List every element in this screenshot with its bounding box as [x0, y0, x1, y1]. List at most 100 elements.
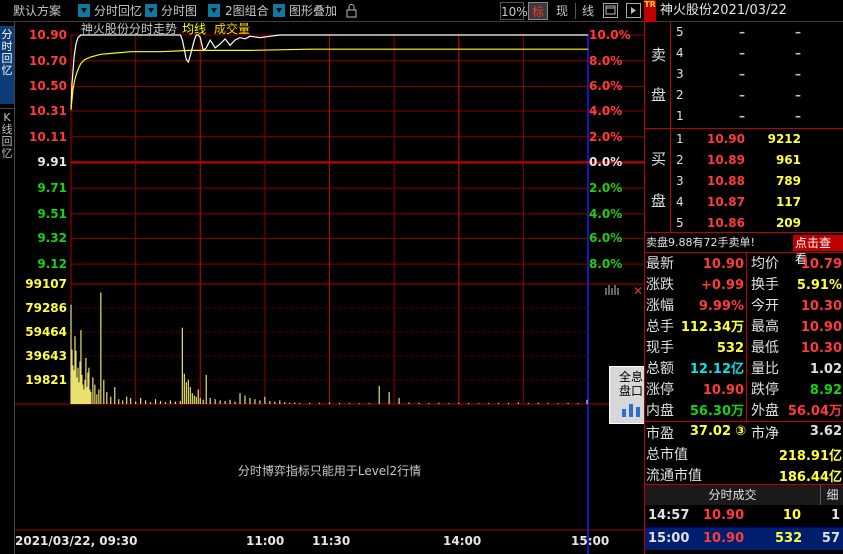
quote-label: 总额 [646, 361, 674, 377]
ask-volume: – [795, 88, 801, 102]
close-icon[interactable]: ✕ [633, 284, 643, 298]
quote-value: 5.91% [796, 278, 842, 293]
quote-panel: 5 – – 4 – – 3 – – 2 – – 1 – – 1 10.90 9212 2 10.89 961 3 10.8… [644, 22, 843, 554]
quote-value: 10.30 [800, 299, 842, 314]
tick-time: 14:57 [648, 508, 690, 523]
quote-label: 最新 [646, 256, 674, 272]
quote-label: 换手 [751, 277, 779, 293]
quote-value: +0.99 [701, 278, 744, 293]
timeshare-chart[interactable]: 神火股份分时走势 均线 成交量 10.90 10.70 10.50 10.31 10.1… [15, 22, 653, 554]
price-tick-label: 10.90 [29, 28, 67, 42]
bid-price: 10.88 [707, 174, 745, 188]
quote-row: 涨停 10.90 跌停 8.92 [645, 380, 843, 401]
ask-volume: – [795, 67, 801, 81]
quote-label: 涨跌 [646, 277, 674, 293]
ask-row[interactable]: 4 – – [645, 43, 843, 64]
tick-num: 57 [821, 531, 840, 546]
line-toggle[interactable]: 线 [578, 2, 598, 20]
mark-toggle[interactable]: 标 [528, 2, 548, 20]
quote-label: 最低 [751, 340, 779, 356]
combo-menu[interactable]: 2图组合 [225, 1, 269, 21]
quote-value: 9.99% [698, 299, 744, 314]
pb-value: 3.62 [809, 424, 842, 439]
ask-volume: – [795, 25, 801, 39]
quote-row: 涨幅 9.99% 今开 10.30 [645, 296, 843, 317]
quote-value: 8.92 [809, 383, 842, 398]
volume-tick-label: 59464 [25, 325, 67, 339]
overlay-menu[interactable]: 图形叠加 [289, 1, 337, 21]
bid-row[interactable]: 3 10.88 789 [645, 171, 843, 192]
ask-volume: – [795, 46, 801, 60]
price-tick-label: 9.91 [37, 155, 67, 170]
pct-tick-label: 6.0% [589, 231, 623, 246]
tab-kline-replay[interactable]: K线回忆 [0, 108, 14, 194]
pct-tick-label: 0.0% [589, 155, 623, 170]
lock-icon[interactable] [344, 3, 359, 18]
quote-label: 外盘 [751, 403, 779, 419]
quote-label: 涨幅 [646, 298, 674, 314]
buy-label: 盘 [651, 192, 667, 210]
scheme-dropdown-icon[interactable] [78, 4, 90, 17]
bid-row[interactable]: 2 10.89 961 [645, 150, 843, 171]
ask-level: 4 [676, 46, 684, 60]
ask-level: 1 [676, 109, 684, 123]
replay-menu[interactable]: 分时回忆 [94, 1, 142, 21]
combo-dropdown-icon[interactable] [273, 4, 285, 17]
tick-trades-title[interactable]: 分时成交 [645, 485, 820, 505]
ask-price: – [739, 46, 745, 60]
price-tick-label: 10.70 [29, 53, 67, 68]
sell-label: 卖 [651, 46, 667, 64]
price-tick-label: 10.31 [29, 103, 67, 118]
ask-row[interactable]: 1 – – [645, 106, 843, 127]
bid-price: 10.89 [707, 153, 745, 167]
quote-label: 现手 [646, 340, 674, 356]
bid-row[interactable]: 4 10.87 117 [645, 192, 843, 213]
window-icon[interactable] [603, 3, 618, 18]
bid-level: 3 [676, 174, 684, 188]
chart-dropdown-icon[interactable] [208, 4, 220, 17]
tab-timeshare-replay[interactable]: 分时回忆 [0, 26, 14, 104]
pct-tick-label: 2.0% [589, 129, 623, 144]
full-btn-line1: 全息 [618, 370, 643, 384]
buy-label: 买 [651, 150, 667, 168]
tick-detail-button[interactable]: 细 [820, 485, 843, 505]
replay-dropdown-icon[interactable] [145, 4, 157, 17]
tick-row: 15:00 10.90 532 57 [645, 528, 843, 550]
x-tick-label: 14:00 [443, 534, 482, 548]
tick-price: 10.90 [703, 508, 745, 523]
divider [670, 22, 671, 232]
ask-row[interactable]: 5 – – [645, 22, 843, 43]
mcap-value: 218.91亿 [778, 449, 842, 464]
tick-vol: 532 [775, 531, 803, 546]
view-notice-button[interactable]: 点击查看 [793, 235, 843, 266]
pct-toggle[interactable]: 10% [500, 2, 528, 20]
tr-badge: TR [644, 0, 656, 22]
quote-row: 最新 10.90 均价 10.79 [645, 254, 843, 275]
pe-badge[interactable]: ③ [730, 424, 746, 439]
quote-label: 跌停 [751, 382, 779, 398]
separator [575, 3, 576, 19]
next-icon[interactable] [626, 3, 641, 18]
scheme-menu[interactable]: 默认方案 [13, 1, 61, 21]
sell-label: 盘 [651, 86, 667, 104]
ask-level: 2 [676, 88, 684, 102]
chart-title-vol: 成交量 [214, 22, 251, 36]
price-tick-label: 9.12 [37, 257, 67, 272]
bid-row[interactable]: 5 10.86 209 [645, 213, 843, 234]
bid-row[interactable]: 1 10.90 9212 [645, 129, 843, 150]
ask-row[interactable]: 2 – – [645, 85, 843, 106]
current-toggle[interactable]: 现 [552, 2, 572, 20]
bid-level: 2 [676, 153, 684, 167]
bid-volume: 117 [775, 195, 801, 209]
bid-volume: 209 [775, 216, 801, 230]
tick-time: 15:00 [648, 531, 690, 546]
ask-row[interactable]: 3 – – [645, 64, 843, 85]
chart-title-stock: 神火股份分时走势 [81, 22, 178, 36]
price-tick-label: 9.32 [37, 231, 67, 246]
price-tick-label: 10.11 [29, 129, 67, 144]
chart-menu[interactable]: 分时图 [161, 1, 197, 21]
bar-chart-icon [622, 404, 640, 417]
volume-tick-label: 79286 [25, 300, 67, 315]
tick-row: 14:57 10.90 10 1 [645, 505, 843, 527]
quote-value: 12.12亿 [689, 362, 744, 377]
